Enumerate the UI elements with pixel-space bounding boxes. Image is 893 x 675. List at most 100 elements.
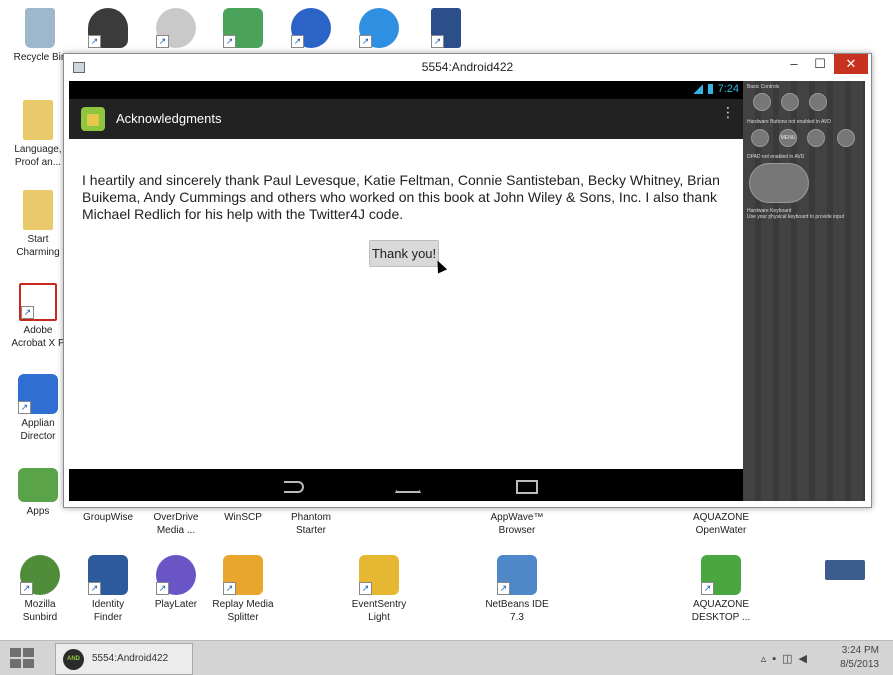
window-title: 5554:Android422 <box>421 60 514 74</box>
itunes-icon: ↗ <box>359 8 399 48</box>
desktop-icon-phantom-starter[interactable]: Phantom Starter <box>278 511 344 537</box>
windows-logo-pane <box>23 659 34 668</box>
taskbar-clock[interactable]: 3:24 PM 8/5/2013 <box>840 644 879 672</box>
folder-icon <box>23 190 53 230</box>
android-status-bar: 7:24 <box>69 81 743 99</box>
hardware-buttons-label: Hardware Buttons not enabled in AVD <box>747 119 831 125</box>
desktop-icon-label: GroupWise <box>82 512 133 523</box>
desktop-icon-label: Identity Finder <box>91 599 125 623</box>
start-button[interactable] <box>10 648 36 668</box>
desktop-icon-identity-finder[interactable]: ↗ Identity Finder <box>75 555 141 624</box>
thank-you-button[interactable]: Thank you! <box>369 240 439 267</box>
android-content: I heartily and sincerely thank Paul Leve… <box>69 139 743 469</box>
aquazone-icon: ↗ <box>701 555 741 595</box>
calculator-icon: ↗ <box>431 8 461 48</box>
basic-controls-label: Basic Controls <box>747 84 780 90</box>
browser-icon: ↗ <box>291 8 331 48</box>
identity-finder-icon: ↗ <box>88 555 128 595</box>
desktop-icon-label: PlayLater <box>154 599 198 610</box>
keyboard-hint: Use your physical keyboard to provide in… <box>747 214 844 220</box>
desktop-icon-label: Adobe Acrobat X P <box>11 325 65 349</box>
desktop-icon-browser[interactable]: ↗ <box>278 8 344 51</box>
desktop-icon-language-proof[interactable]: Language, Proof an... <box>5 100 71 169</box>
desktop-icon-label: OverDrive Media ... <box>153 512 199 536</box>
desktop-icon-label: AQUAZONE DESKTOP ... <box>691 599 751 623</box>
network-icon <box>825 560 865 580</box>
android-screen: 7:24 Acknowledgments ⋮ I heartily and si… <box>69 81 743 501</box>
android-task-icon: AND <box>63 649 84 670</box>
menu-hw-button[interactable]: MENU <box>779 129 797 147</box>
eventsentry-icon: ↗ <box>359 555 399 595</box>
overflow-menu-icon[interactable]: ⋮ <box>721 105 735 129</box>
desktop-icon-playlater[interactable]: ↗ PlayLater <box>143 555 209 611</box>
desktop-icon-monitor[interactable]: ↗ <box>210 8 276 51</box>
home-icon[interactable] <box>387 475 427 495</box>
desktop-icon-label: EventSentry Light <box>351 599 407 623</box>
volume-down-icon[interactable] <box>753 93 771 111</box>
minimize-button[interactable]: – <box>782 54 806 74</box>
home-hw-icon[interactable] <box>751 129 769 147</box>
replay-media-icon: ↗ <box>223 555 263 595</box>
desktop-icon-applian-director[interactable]: ↗ Applian Director <box>5 374 71 443</box>
desktop-icon-label: Language, Proof an... <box>14 144 62 168</box>
desktop-icon-network[interactable] <box>812 560 878 583</box>
close-button[interactable]: ✕ <box>834 54 868 74</box>
android-app-icon[interactable] <box>81 107 105 131</box>
desktop-icon-overdrive[interactable]: OverDrive Media ... <box>143 511 209 537</box>
desktop-icon-start-charming[interactable]: Start Charming <box>5 190 71 259</box>
desktop-icon-mozilla-sunbird[interactable]: ↗ Mozilla Sunbird <box>7 555 73 624</box>
volume-up-icon[interactable] <box>781 93 799 111</box>
desktop-icon-apps[interactable]: Apps <box>5 468 71 518</box>
netbeans-icon: ↗ <box>497 555 537 595</box>
desktop-icon-replay-media-splitter[interactable]: ↗ Replay Media Splitter <box>210 555 276 624</box>
action-bar-title: Acknowledgments <box>116 111 222 126</box>
windows-logo-icon <box>10 648 21 657</box>
window-titlebar[interactable]: 5554:Android422 – ☐ ✕ <box>64 54 871 81</box>
tray-network-icon[interactable]: ◫ <box>782 653 798 665</box>
system-tray[interactable]: ▵▪◫◀ <box>761 652 813 665</box>
desktop-icon-groupwise[interactable]: GroupWise <box>75 511 141 524</box>
emulator-window: 5554:Android422 – ☐ ✕ 7:24 Acknowledgmen… <box>63 53 872 508</box>
desktop-icon-eventsentry-light[interactable]: ↗ EventSentry Light <box>346 555 412 624</box>
acknowledgment-text: I heartily and sincerely thank Paul Leve… <box>82 172 720 222</box>
windows-logo-pane <box>10 659 21 668</box>
back-icon[interactable] <box>274 475 314 495</box>
taskbar-item-label: 5554:Android422 <box>92 653 169 664</box>
monitor-icon: ↗ <box>223 8 263 48</box>
desktop-icon-itunes[interactable]: ↗ <box>346 8 412 51</box>
maximize-button[interactable]: ☐ <box>808 54 832 74</box>
desktop-icon-label: Replay Media Splitter <box>212 599 274 623</box>
android-action-bar: Acknowledgments ⋮ <box>69 99 743 139</box>
hand-icon: ↗ <box>156 8 196 48</box>
desktop-icon-person[interactable]: ↗ <box>75 8 141 51</box>
dpad-icon[interactable] <box>749 163 809 203</box>
desktop-icon-adobe-acrobat[interactable]: ↗ Adobe Acrobat X P <box>5 283 71 350</box>
desktop-icon-netbeans[interactable]: ↗ NetBeans IDE 7.3 <box>484 555 550 624</box>
clock-date: 8/5/2013 <box>840 659 879 670</box>
desktop-icon-label: Start Charming <box>16 234 60 258</box>
tray-arrow-icon[interactable]: ▵ <box>761 653 773 665</box>
desktop-icon-label: WinSCP <box>224 512 262 523</box>
person-icon: ↗ <box>88 8 128 48</box>
desktop-icon-aquazone-desktop[interactable]: ↗ AQUAZONE DESKTOP ... <box>688 555 754 624</box>
tray-flag-icon[interactable]: ▪ <box>772 653 782 665</box>
search-hw-icon[interactable] <box>837 129 855 147</box>
power-icon[interactable] <box>809 93 827 111</box>
desktop-icon-winscp[interactable]: WinSCP <box>210 511 276 524</box>
back-hw-icon[interactable] <box>807 129 825 147</box>
desktop-icon-label: NetBeans IDE 7.3 <box>485 599 549 623</box>
tray-volume-icon[interactable]: ◀ <box>799 653 813 665</box>
desktop-icon-appwave[interactable]: AppWave™ Browser <box>484 511 550 537</box>
recent-apps-icon[interactable] <box>504 475 544 495</box>
status-time: 7:24 <box>717 83 739 95</box>
desktop-icon-label: Mozilla Sunbird <box>22 599 58 623</box>
signal-icon <box>693 84 703 94</box>
apps-icon <box>18 468 58 502</box>
desktop-icon-aquazone-openwater[interactable]: AQUAZONE OpenWater <box>688 511 754 537</box>
taskbar-item-emulator[interactable]: AND 5554:Android422 <box>55 643 193 675</box>
desktop-icon-hand[interactable]: ↗ <box>143 8 209 51</box>
recycle-bin-icon <box>25 8 55 48</box>
desktop-icon-calculator[interactable]: ↗ <box>413 8 479 51</box>
desktop-icon-label: Phantom Starter <box>290 512 332 536</box>
android-nav-bar <box>69 469 743 501</box>
